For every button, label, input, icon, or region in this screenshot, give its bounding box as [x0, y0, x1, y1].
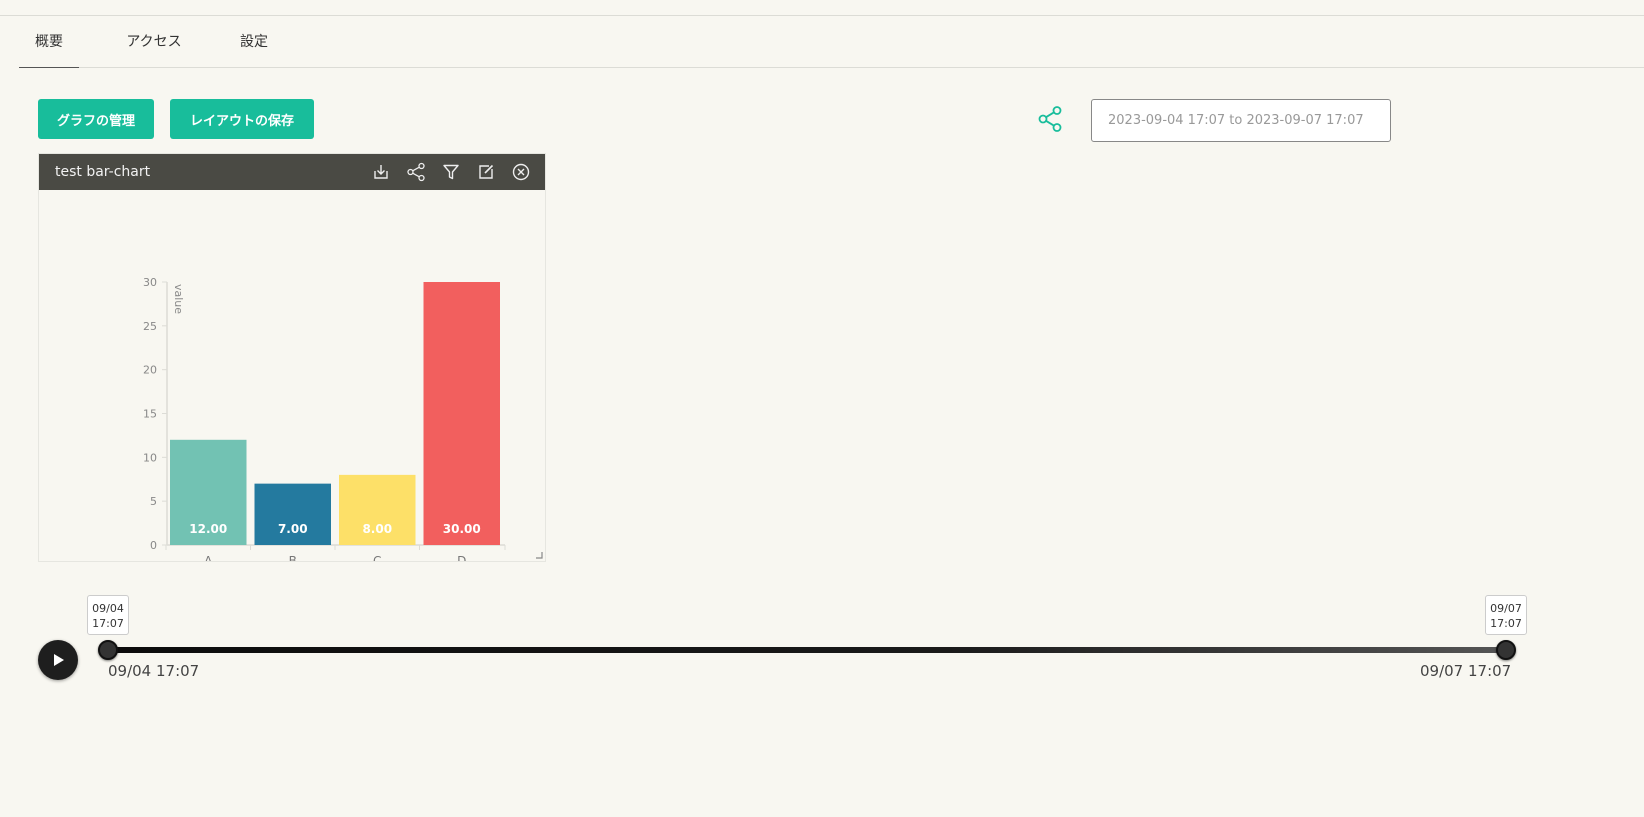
y-axis-label: value — [172, 284, 185, 314]
edit-icon[interactable] — [476, 162, 496, 182]
share-icon[interactable] — [1038, 106, 1062, 132]
y-tick-label: 25 — [143, 320, 157, 333]
x-tick-label: D — [457, 554, 466, 561]
resize-handle-icon[interactable] — [535, 551, 543, 559]
timeline-end-tooltip: 09/07 17:07 — [1485, 595, 1527, 635]
y-tick-label: 30 — [143, 276, 157, 289]
chart-title: test bar-chart — [55, 164, 151, 180]
tab-bar: 概要 アクセス 設定 — [19, 16, 1644, 68]
x-tick-label: A — [204, 554, 213, 561]
timeline-end-time: 17:07 — [1490, 617, 1522, 630]
timeline-end-label: 09/07 17:07 — [1420, 662, 1512, 680]
chart-panel-header[interactable]: test bar-chart — [39, 154, 545, 190]
chart-panel: test bar-chart 0 5 10 15 20 25 30 A B C … — [38, 153, 546, 562]
bar-value-label: 12.00 — [189, 522, 227, 536]
bar-value-label: 30.00 — [443, 522, 481, 536]
chart-panel-actions — [371, 154, 531, 190]
bar-value-label: 8.00 — [362, 522, 392, 536]
tab-access[interactable]: アクセス — [124, 16, 184, 68]
timeline-start-time: 17:07 — [92, 617, 124, 630]
x-tick-label: C — [373, 554, 381, 561]
timeline-end-handle[interactable] — [1496, 640, 1516, 660]
manage-charts-button[interactable]: グラフの管理 — [38, 99, 154, 139]
save-layout-button[interactable]: レイアウトの保存 — [170, 99, 314, 139]
date-range-input[interactable] — [1091, 99, 1391, 142]
close-icon[interactable] — [511, 162, 531, 182]
bar-value-label: 7.00 — [278, 522, 308, 536]
y-tick-label: 10 — [143, 451, 157, 464]
filter-icon[interactable] — [441, 162, 461, 182]
y-tick-label: 20 — [143, 364, 157, 377]
play-icon — [54, 654, 64, 666]
timeline-track[interactable] — [108, 647, 1506, 653]
timeline-start-label: 09/04 17:07 — [108, 662, 200, 680]
download-icon[interactable] — [371, 162, 391, 182]
tab-settings[interactable]: 設定 — [239, 16, 269, 68]
y-tick-label: 5 — [150, 495, 157, 508]
bar-chart: 0 5 10 15 20 25 30 A B C D 12.00 7.00 8.00 30.00 val… — [143, 276, 506, 561]
x-axis: A B C D — [165, 544, 506, 561]
y-tick-label: 15 — [143, 408, 157, 421]
timeline-start-tooltip: 09/04 17:07 — [87, 595, 129, 635]
y-axis: 0 5 10 15 20 25 30 — [143, 276, 168, 552]
tab-overview[interactable]: 概要 — [19, 16, 79, 68]
bar-d[interactable] — [423, 282, 501, 545]
timeline-start-handle[interactable] — [98, 640, 118, 660]
x-tick-label: B — [289, 554, 297, 561]
timeline-end-date: 09/07 — [1490, 602, 1522, 615]
timeline-start-date: 09/04 — [92, 602, 124, 615]
share-icon[interactable] — [406, 162, 426, 182]
play-button[interactable] — [38, 640, 78, 680]
y-tick-label: 0 — [150, 539, 157, 552]
bars — [170, 282, 500, 545]
